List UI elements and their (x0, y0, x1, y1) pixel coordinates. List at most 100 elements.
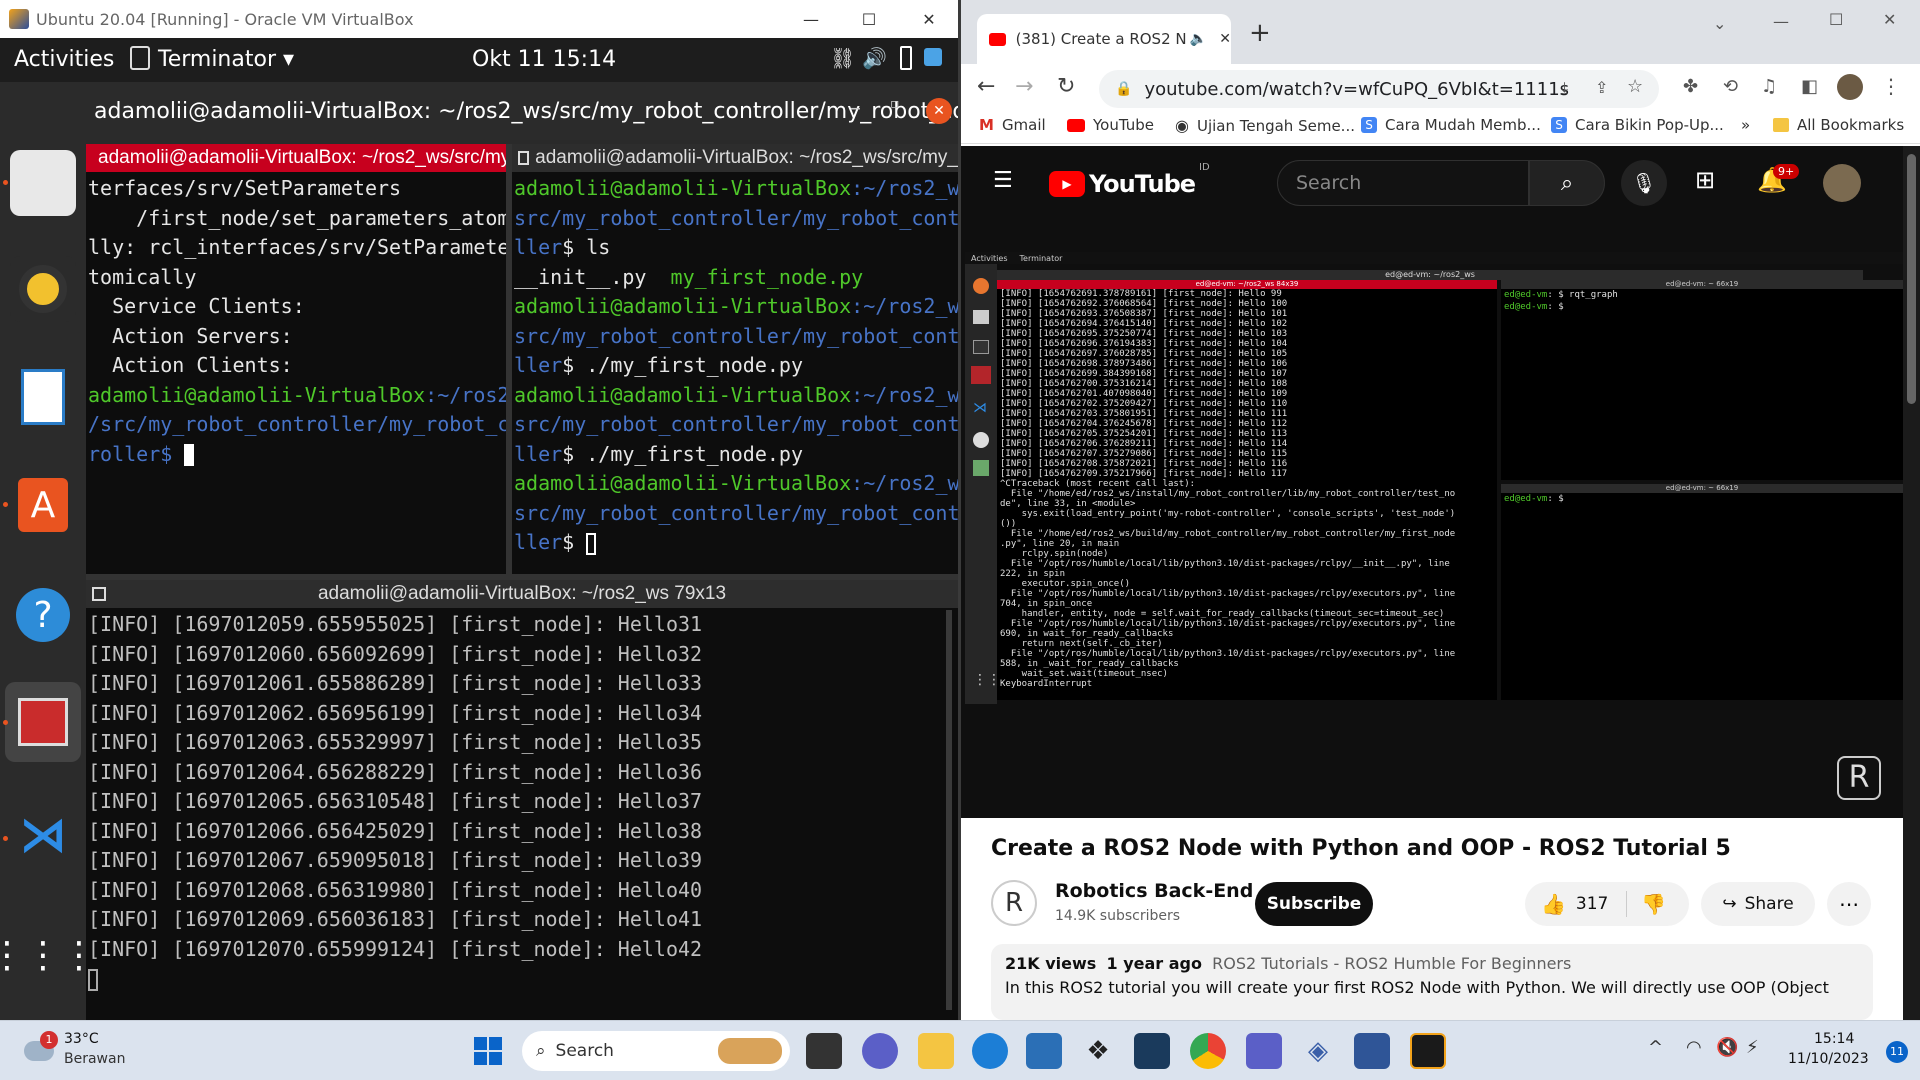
virtualbox-taskbar-icon[interactable] (1354, 1033, 1390, 1069)
terminator-dock-icon[interactable] (5, 682, 81, 762)
chrome-minimize-button[interactable]: — (1773, 12, 1789, 31)
security-app-icon[interactable] (1134, 1033, 1170, 1069)
forward-icon[interactable]: → (1015, 74, 1033, 99)
terminal-pane-bottom[interactable]: adamolii@adamolii-VirtualBox: ~/ros2_ws … (86, 580, 958, 1020)
tab-mute-icon[interactable]: 🔈 (1190, 31, 1207, 47)
show-applications-icon[interactable]: ⋮⋮⋮ (0, 922, 97, 988)
clock[interactable]: Okt 11 15:14 (472, 47, 616, 72)
video-player[interactable]: Activities Terminator ⋊ ⋮⋮ ed@ed-vm: ~/r… (961, 218, 1903, 818)
virtualbox-titlebar[interactable]: Ubuntu 20.04 [Running] - Oracle VM Virtu… (0, 0, 958, 38)
volume-icon[interactable]: 🔊 (862, 46, 887, 70)
network-app-icon[interactable]: ◈ (1300, 1033, 1336, 1069)
terminal-pane-top-left[interactable]: adamolii@adamolii-VirtualBox: ~/ros2_ws/… (86, 144, 506, 574)
bookmark-gmail[interactable]: M Gmail (979, 116, 1046, 134)
chrome-close-button[interactable]: ✕ (1883, 10, 1896, 29)
terminator-titlebar[interactable]: adamolii@adamolii-VirtualBox: ~/ros2_ws/… (86, 82, 1045, 140)
battery-icon[interactable] (900, 46, 912, 70)
terminal-pane-top-right[interactable]: adamolii@adamolii-VirtualBox: ~/ros2_ws/… (512, 144, 958, 574)
taskbar-date[interactable]: 11/10/2023 (1788, 1051, 1869, 1067)
search-input[interactable]: Search (1277, 160, 1529, 206)
channel-name[interactable]: Robotics Back-End (1055, 880, 1253, 902)
tab-close-icon[interactable]: ✕ (1219, 31, 1231, 47)
browser-tab-active[interactable]: (381) Create a ROS2 Node w 🔈 ✕ (977, 14, 1231, 64)
task-view-icon[interactable] (806, 1033, 842, 1069)
bookmarks-overflow[interactable]: » (1741, 116, 1750, 134)
bookmark-cara-mudah[interactable]: S Cara Mudah Memb... (1361, 116, 1541, 134)
chrome-menu-icon[interactable]: ⋮ (1881, 74, 1901, 98)
site-info-icon[interactable]: 🔒 (1115, 81, 1132, 97)
chrome-maximize-button[interactable]: ☐ (1829, 10, 1843, 29)
scrollbar-thumb[interactable] (1907, 154, 1916, 404)
subscribe-button[interactable]: Subscribe (1255, 882, 1373, 926)
channel-avatar[interactable]: R (991, 880, 1037, 926)
channel-watermark-icon[interactable]: R (1837, 756, 1881, 800)
bookmark-ujian[interactable]: ◉ Ujian Tengah Seme... (1175, 116, 1355, 135)
show-hidden-icons[interactable]: ^ (1648, 1037, 1663, 1058)
microsoft-store-icon[interactable] (1026, 1033, 1062, 1069)
bookmark-pop-up[interactable]: S Cara Bikin Pop-Up... (1551, 116, 1724, 134)
playlist-link[interactable]: ROS2 Tutorials - ROS2 Humble For Beginne… (1212, 954, 1571, 973)
vm-taskbar-icon[interactable] (1410, 1033, 1446, 1069)
activities-button[interactable]: Activities (14, 47, 114, 72)
tab-search-icon[interactable]: ⌄ (1713, 14, 1726, 33)
start-button[interactable] (470, 1033, 506, 1069)
description-box[interactable]: 21K views 1 year ago ROS2 Tutorials - RO… (991, 944, 1873, 1020)
media-control-icon[interactable]: ♫ (1761, 76, 1777, 97)
all-bookmarks[interactable]: All Bookmarks (1773, 116, 1904, 134)
back-icon[interactable]: ← (977, 74, 995, 99)
volume-muted-icon[interactable]: 🔇 (1716, 1037, 1738, 1058)
reload-icon[interactable]: ↻ (1057, 74, 1075, 99)
like-icon[interactable]: 👍 (1541, 892, 1566, 916)
close-button[interactable]: ✕ (900, 0, 958, 38)
terminator-close-icon[interactable]: ✕ (926, 98, 952, 124)
extensions-icon[interactable]: ✤ (1683, 76, 1698, 97)
rhythmbox-icon[interactable] (10, 256, 76, 322)
teams-chat-icon[interactable] (862, 1033, 898, 1069)
help-icon[interactable]: ? (10, 582, 76, 648)
file-explorer-icon[interactable] (918, 1033, 954, 1069)
pane-scrollbar[interactable] (946, 610, 952, 1010)
libreoffice-writer-icon[interactable] (10, 364, 76, 430)
edge-icon[interactable] (972, 1033, 1008, 1069)
youtube-logo[interactable]: ▶ YouTube ID (1049, 162, 1210, 198)
create-video-icon[interactable]: ⊞ (1695, 166, 1715, 194)
taskbar-search[interactable]: ⌕ Search (522, 1031, 790, 1071)
dislike-icon[interactable]: 👎 (1641, 892, 1666, 916)
menu-icon[interactable]: ☰ (993, 168, 1013, 193)
search-button[interactable]: ⌕ (1529, 160, 1605, 206)
bookmark-star-icon[interactable]: ☆ (1627, 76, 1643, 97)
weather-widget[interactable]: 1 (18, 1031, 58, 1071)
side-panel-icon[interactable]: ◧ (1801, 76, 1818, 97)
app-menu[interactable]: Terminator ▾ (158, 47, 294, 72)
new-tab-button[interactable]: + (1249, 18, 1271, 48)
more-actions-button[interactable]: ⋯ (1827, 882, 1871, 926)
share-button[interactable]: ↪ Share (1701, 882, 1815, 926)
extension2-icon[interactable]: ⟲ (1723, 76, 1738, 97)
voice-search-button[interactable]: 🎙 (1621, 160, 1667, 206)
notification-center-badge[interactable]: 11 (1886, 1041, 1908, 1063)
taskbar-time[interactable]: 15:14 (1814, 1031, 1854, 1047)
chrome-taskbar-icon[interactable] (1190, 1033, 1226, 1069)
like-count[interactable]: 317 (1576, 894, 1608, 914)
teams-icon[interactable] (1246, 1033, 1282, 1069)
wifi-icon[interactable]: ◠ (1686, 1037, 1702, 1058)
bookmark-youtube[interactable]: YouTube (1067, 116, 1154, 134)
virtualbox-logo-icon (9, 9, 29, 29)
account-avatar[interactable] (1823, 164, 1861, 202)
maximize-button[interactable]: ☐ (840, 0, 898, 38)
terminator-restore-icon[interactable]: ▫ (890, 96, 900, 112)
minimize-button[interactable]: — (782, 0, 840, 38)
files-icon[interactable] (10, 150, 76, 216)
battery-charging-icon[interactable]: ⚡ (1746, 1037, 1759, 1058)
chat-icon[interactable] (924, 48, 942, 66)
page-scrollbar[interactable] (1903, 146, 1920, 1020)
profile-avatar[interactable] (1837, 74, 1863, 100)
dropbox-icon[interactable]: ❖ (1080, 1033, 1116, 1069)
ubuntu-software-icon[interactable]: A (10, 472, 76, 538)
share-page-icon[interactable]: ⇪ (1595, 78, 1608, 97)
vscode-icon[interactable]: ⋊ (10, 802, 76, 868)
address-bar[interactable]: 🔒 youtube.com/watch?v=wfCuPQ_6VbI&t=1111… (1099, 70, 1659, 108)
network-icon[interactable]: ⛓ (830, 46, 855, 70)
install-icon[interactable]: ⤓ (1561, 78, 1568, 98)
terminator-minimize-icon[interactable]: – (850, 96, 861, 121)
